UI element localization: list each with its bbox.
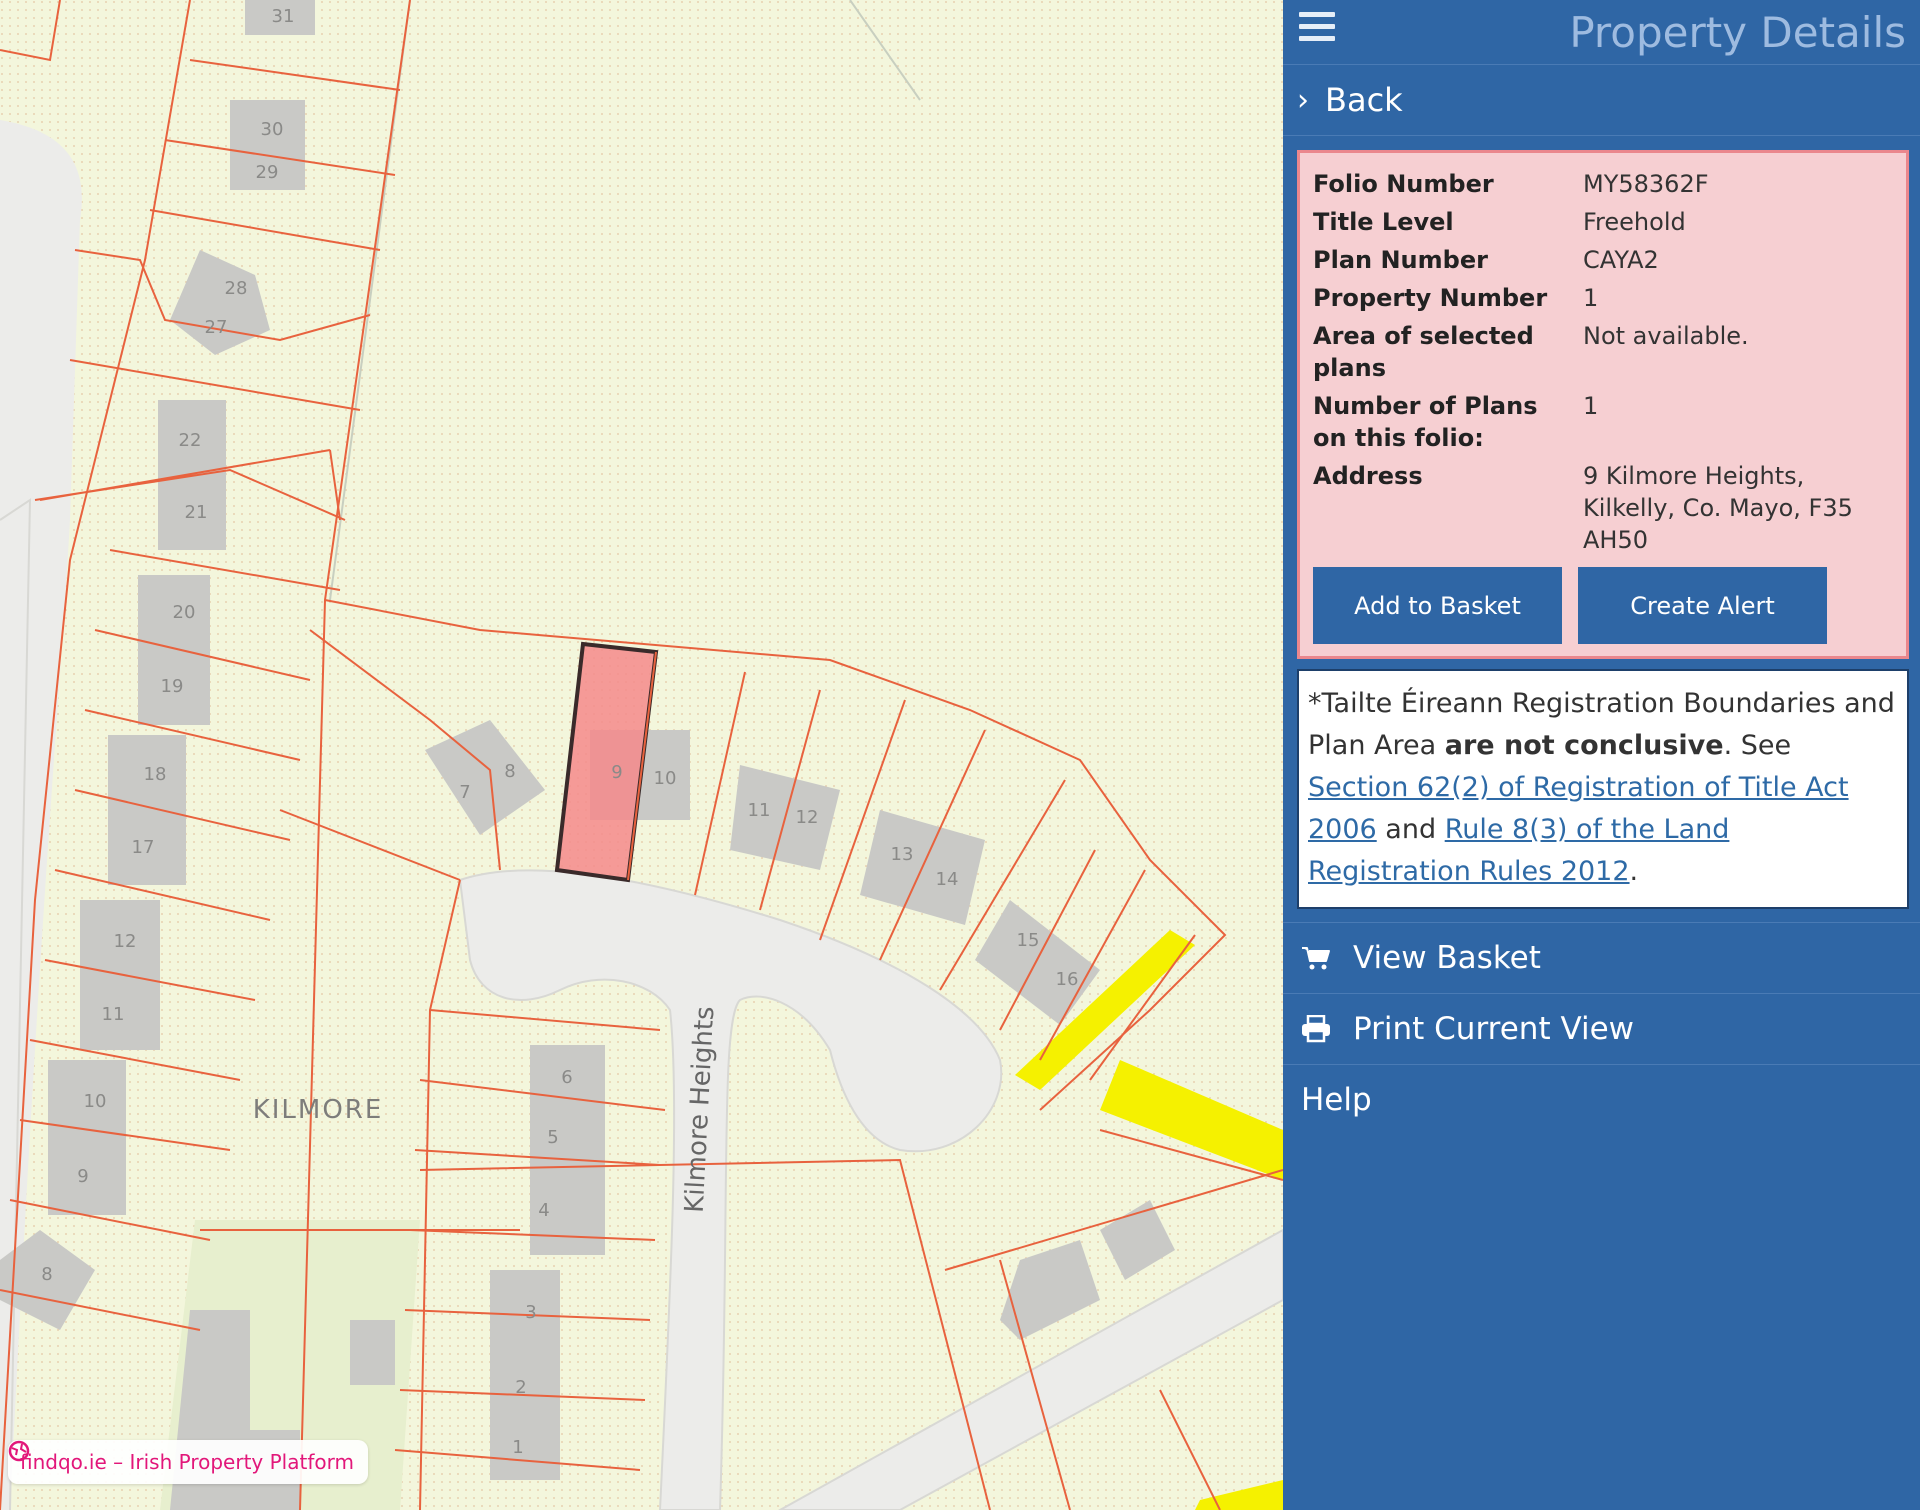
view-basket-button[interactable]: View Basket	[1283, 922, 1920, 994]
house-number: 29	[256, 162, 279, 183]
house-number: 31	[272, 6, 295, 27]
detail-value: Not available.	[1583, 322, 1749, 350]
detail-value: 1	[1583, 284, 1599, 312]
house-number: 8	[504, 761, 515, 782]
panel-title: Property Details	[1569, 8, 1906, 57]
help-label: Help	[1301, 1082, 1372, 1118]
detail-value: 1	[1583, 392, 1599, 420]
house-number: 2	[515, 1377, 526, 1398]
detail-value: MY58362F	[1583, 170, 1709, 198]
back-label: Back	[1325, 81, 1403, 119]
house-number: 22	[179, 430, 202, 451]
details-table: Folio Number MY58362F Title Level Freehold…	[1313, 165, 1896, 559]
panel-header: Property Details	[1283, 0, 1920, 65]
house-number: 10	[654, 768, 677, 789]
house-number: 19	[161, 676, 184, 697]
printer-icon	[1302, 1015, 1330, 1043]
house-number: 9	[77, 1166, 88, 1187]
cart-icon	[1302, 947, 1330, 970]
house-number: 20	[173, 602, 196, 623]
watermark[interactable]: findqo.ie – Irish Property Platform	[8, 1440, 368, 1484]
house-number: 30	[261, 119, 284, 140]
house-number: 9	[611, 762, 622, 783]
detail-value: 9 Kilmore Heights, Kilkelly, Co. Mayo, F…	[1583, 462, 1853, 554]
detail-key: Property Number	[1313, 284, 1548, 312]
house-number: 7	[459, 782, 470, 803]
detail-row: Property Number 1	[1313, 279, 1896, 317]
disclaimer-notice: *Tailte Éireann Registration Boundaries …	[1297, 669, 1909, 909]
house-number: 3	[525, 1302, 536, 1323]
house-number: 15	[1017, 930, 1040, 951]
house-number: 21	[185, 502, 208, 523]
watermark-text: findqo.ie – Irish Property Platform	[20, 1450, 354, 1474]
detail-row: Number of Plans on this folio: 1	[1313, 387, 1896, 457]
house-number: 13	[891, 844, 914, 865]
house-number: 8	[41, 1264, 52, 1285]
create-alert-button[interactable]: Create Alert	[1578, 567, 1827, 644]
notice-text: .	[1629, 856, 1639, 887]
detail-key: Title Level	[1313, 208, 1454, 236]
notice-text: and	[1376, 814, 1445, 845]
house-number: 11	[102, 1004, 125, 1025]
house-number: 12	[114, 931, 137, 952]
house-number: 6	[561, 1067, 572, 1088]
help-button[interactable]: Help	[1283, 1065, 1920, 1135]
print-view-label: Print Current View	[1353, 1011, 1635, 1047]
detail-row: Plan Number CAYA2	[1313, 241, 1896, 279]
house-number: 10	[84, 1091, 107, 1112]
detail-row: Area of selected plans Not available.	[1313, 317, 1896, 387]
house-number: 17	[132, 837, 155, 858]
view-basket-label: View Basket	[1353, 940, 1541, 976]
house-number: 27	[205, 317, 228, 338]
house-number: 14	[936, 869, 959, 890]
detail-key: Area of selected plans	[1313, 322, 1534, 382]
house-number: 4	[538, 1200, 549, 1221]
detail-row: Folio Number MY58362F	[1313, 165, 1896, 203]
house-number: 12	[796, 807, 819, 828]
cadastral-map[interactable]: 31 30 29 28 27 22 21 20 19 18 17 12 11 1…	[0, 0, 1283, 1510]
hamburger-icon[interactable]	[1299, 12, 1335, 42]
add-to-basket-button[interactable]: Add to Basket	[1313, 567, 1562, 644]
detail-row: Title Level Freehold	[1313, 203, 1896, 241]
house-number: 16	[1056, 969, 1079, 990]
property-details-box: Folio Number MY58362F Title Level Freehold…	[1297, 150, 1909, 659]
print-view-button[interactable]: Print Current View	[1283, 994, 1920, 1065]
area-label: KILMORE	[253, 1095, 384, 1125]
detail-key: Address	[1313, 462, 1423, 490]
house-number: 18	[144, 764, 167, 785]
notice-bold: are not conclusive	[1444, 730, 1724, 761]
detail-key: Folio Number	[1313, 170, 1494, 198]
map-canvas[interactable]: 31 30 29 28 27 22 21 20 19 18 17 12 11 1…	[0, 0, 1283, 1510]
notice-text: . See	[1723, 730, 1792, 761]
globe-icon	[8, 1440, 30, 1462]
detail-row: Address 9 Kilmore Heights, Kilkelly, Co. …	[1313, 457, 1896, 559]
detail-key: Number of Plans on this folio:	[1313, 392, 1538, 452]
house-number: 5	[547, 1127, 558, 1148]
back-button[interactable]: › Back	[1283, 65, 1920, 136]
detail-value: CAYA2	[1583, 246, 1659, 274]
action-buttons: Add to Basket Create Alert	[1313, 567, 1896, 644]
chevron-right-icon: ›	[1297, 82, 1309, 118]
house-number: 11	[748, 800, 771, 821]
detail-key: Plan Number	[1313, 246, 1488, 274]
house-number: 1	[512, 1437, 523, 1458]
property-details-panel: Property Details › Back Folio Number MY58…	[1283, 0, 1920, 1510]
detail-value: Freehold	[1583, 208, 1686, 236]
house-number: 28	[225, 278, 248, 299]
